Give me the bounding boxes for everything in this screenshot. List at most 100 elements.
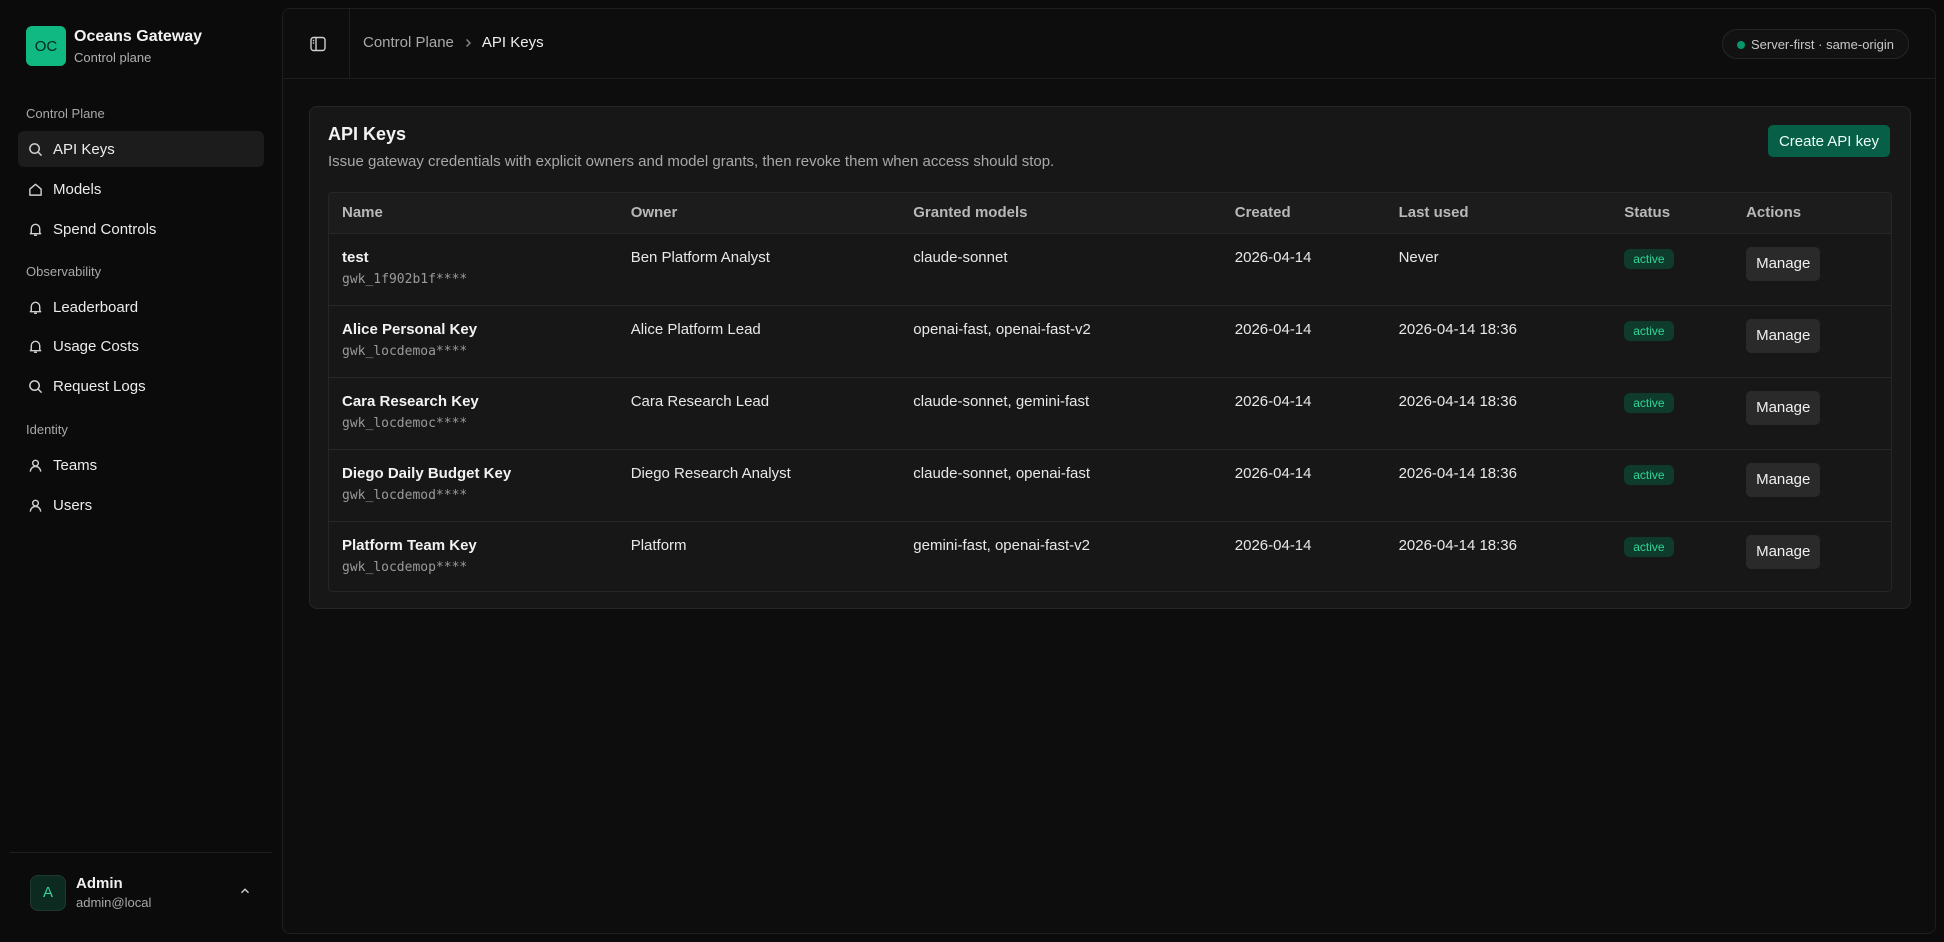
table-header-row: Name Owner Granted models Created Last u… <box>329 193 1891 234</box>
avatar: A <box>30 874 66 911</box>
key-created: 2026-04-14 <box>1234 320 1312 338</box>
sidebar-item-label: Spend Controls <box>53 220 157 238</box>
sidebar-divider <box>10 852 272 853</box>
column-header-last-used: Last used <box>1385 193 1612 234</box>
key-created: 2026-04-14 <box>1234 464 1312 482</box>
user-name: Admin <box>76 875 123 892</box>
key-last-used: 2026-04-14 18:36 <box>1398 392 1517 410</box>
key-granted-models: openai-fast, openai-fast-v2 <box>913 320 1091 338</box>
key-prefix: gwk_locdemod**** <box>342 487 468 503</box>
column-header-owner: Owner <box>617 193 901 234</box>
manage-button[interactable]: Manage <box>1746 390 1821 425</box>
key-prefix: gwk_1f902b1f**** <box>342 271 468 287</box>
table-row: Cara Research Key gwk_locdemoc**** Cara R… <box>329 377 1891 449</box>
brand[interactable]: OC Oceans Gateway Control plane <box>26 26 202 66</box>
column-header-name: Name <box>329 193 618 234</box>
column-header-created: Created <box>1221 193 1386 234</box>
key-last-used: 2026-04-14 18:36 <box>1398 536 1517 554</box>
key-last-used: 2026-04-14 18:36 <box>1398 464 1517 482</box>
key-granted-models: gemini-fast, openai-fast-v2 <box>913 536 1091 554</box>
manage-button[interactable]: Manage <box>1746 246 1821 281</box>
key-granted-models: claude-sonnet, openai-fast <box>913 464 1091 482</box>
status-badge: active <box>1624 320 1674 341</box>
nav-group-observability: Observability <box>26 264 102 279</box>
table-row: Diego Daily Budget Key gwk_locdemod**** D… <box>329 449 1891 521</box>
sidebar-toggle-icon[interactable] <box>309 35 327 53</box>
bell-icon <box>27 299 43 315</box>
sidebar-item-users[interactable]: Users <box>18 487 264 523</box>
key-owner: Alice Platform Lead <box>630 320 761 338</box>
key-last-used: 2026-04-14 18:36 <box>1398 320 1517 338</box>
sidebar-item-usage-costs[interactable]: Usage Costs <box>18 328 264 364</box>
key-created: 2026-04-14 <box>1234 248 1312 266</box>
server-mode-label: Server-first · same-origin <box>1750 36 1894 52</box>
sidebar-item-label: Models <box>53 180 102 198</box>
key-name: Cara Research Key <box>342 392 479 410</box>
api-keys-table: Name Owner Granted models Created Last u… <box>328 192 1892 592</box>
table-row: Alice Personal Key gwk_locdemoa**** Alice… <box>329 305 1891 377</box>
topbar-divider <box>349 9 350 79</box>
page-description: Issue gateway credentials with explicit … <box>328 153 1055 170</box>
sidebar-item-teams[interactable]: Teams <box>18 447 264 483</box>
key-prefix: gwk_locdemoa**** <box>342 343 468 359</box>
key-prefix: gwk_locdemoc**** <box>342 415 468 431</box>
column-header-actions: Actions <box>1733 193 1891 234</box>
manage-button[interactable]: Manage <box>1746 462 1821 497</box>
sidebar-item-models[interactable]: Models <box>18 171 264 207</box>
key-owner: Cara Research Lead <box>630 392 770 410</box>
main-panel: Control Plane API Keys Server-first · sa… <box>282 8 1936 934</box>
page-title: API Keys <box>328 124 407 144</box>
sidebar: OC Oceans Gateway Control plane Control … <box>0 0 282 942</box>
key-name: test <box>342 248 369 266</box>
sidebar-item-label: Usage Costs <box>53 337 139 355</box>
status-badge: active <box>1624 392 1674 413</box>
status-badge: active <box>1624 464 1674 485</box>
column-header-status: Status <box>1611 193 1734 234</box>
key-last-used: Never <box>1398 248 1439 266</box>
search-icon <box>27 378 43 394</box>
breadcrumb-parent[interactable]: Control Plane <box>363 34 454 51</box>
breadcrumb-current: API Keys <box>481 34 544 51</box>
create-api-key-button[interactable]: Create API key <box>1767 125 1890 157</box>
key-granted-models: claude-sonnet <box>913 248 1008 266</box>
house-icon <box>27 181 43 197</box>
key-granted-models: claude-sonnet, gemini-fast <box>913 392 1090 410</box>
sidebar-item-label: Request Logs <box>53 377 146 395</box>
brand-name: Oceans Gateway <box>74 27 203 45</box>
key-created: 2026-04-14 <box>1234 536 1312 554</box>
key-owner: Diego Research Analyst <box>630 464 791 482</box>
brand-logo: OC <box>26 26 66 66</box>
manage-button[interactable]: Manage <box>1746 534 1821 569</box>
manage-button[interactable]: Manage <box>1746 318 1821 353</box>
nav-group-control-plane: Control Plane <box>26 106 105 121</box>
bell-icon <box>27 338 43 354</box>
sidebar-item-label: API Keys <box>53 140 115 158</box>
sidebar-item-leaderboard[interactable]: Leaderboard <box>18 289 264 325</box>
column-header-granted-models: Granted models <box>900 193 1222 234</box>
key-owner: Ben Platform Analyst <box>630 248 770 266</box>
sidebar-item-request-logs[interactable]: Request Logs <box>18 368 264 404</box>
sidebar-item-api-keys[interactable]: API Keys <box>18 131 264 167</box>
key-prefix: gwk_locdemop**** <box>342 559 468 575</box>
key-owner: Platform <box>630 536 687 554</box>
search-icon <box>27 141 43 157</box>
user-icon <box>27 457 43 473</box>
sidebar-item-label: Users <box>53 496 93 514</box>
server-mode-badge: Server-first · same-origin <box>1721 29 1909 59</box>
status-badge: active <box>1624 248 1674 269</box>
sidebar-item-label: Leaderboard <box>53 298 139 316</box>
chevron-up-icon[interactable] <box>238 884 254 900</box>
status-dot-icon <box>1736 41 1745 49</box>
brand-subtitle: Control plane <box>74 49 152 65</box>
user-icon <box>27 497 43 513</box>
key-created: 2026-04-14 <box>1234 392 1312 410</box>
sidebar-item-spend-controls[interactable]: Spend Controls <box>18 211 264 247</box>
user-menu[interactable]: A Admin admin@local <box>30 874 254 911</box>
key-name: Diego Daily Budget Key <box>342 464 512 482</box>
key-name: Alice Personal Key <box>342 320 478 338</box>
status-badge: active <box>1624 536 1674 557</box>
sidebar-item-label: Teams <box>53 456 98 474</box>
table-row: Platform Team Key gwk_locdemop**** Platfo… <box>329 521 1891 591</box>
breadcrumb: Control Plane API Keys <box>363 34 544 51</box>
table-row: test gwk_1f902b1f**** Ben Platform Analys… <box>329 233 1891 305</box>
